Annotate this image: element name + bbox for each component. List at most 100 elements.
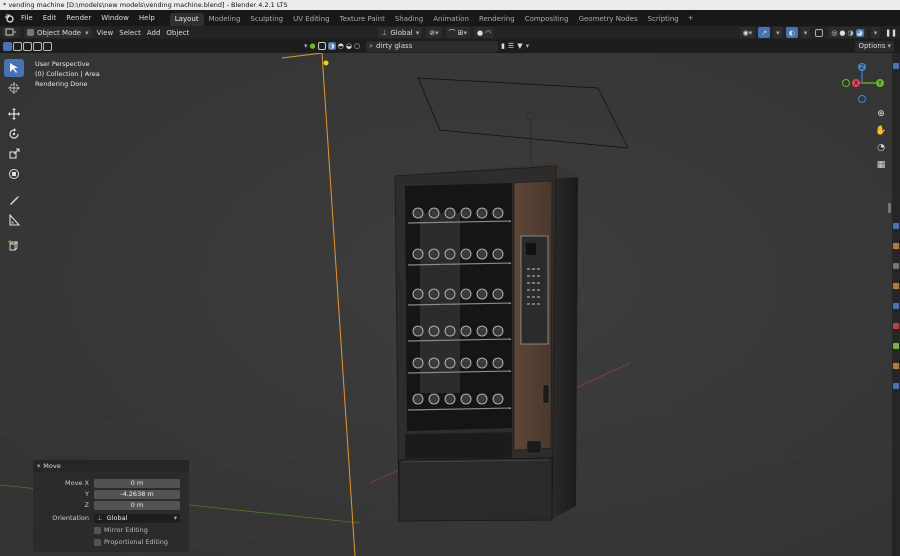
menu-edit[interactable]: Edit <box>38 10 62 26</box>
annotate-tool[interactable] <box>4 191 24 209</box>
menu-help[interactable]: Help <box>134 10 160 26</box>
visibility-button[interactable]: ◉ ▾ <box>739 27 756 38</box>
move-y-field[interactable]: -4.2638 m <box>94 489 180 499</box>
tab-modeling[interactable]: Modeling <box>204 13 246 26</box>
ruler-icon <box>9 214 20 226</box>
strip-tab-icon[interactable] <box>893 363 899 369</box>
shading-dropdown[interactable]: ▾ <box>870 27 881 38</box>
strip-tab-icon[interactable] <box>893 243 899 249</box>
menu-select[interactable]: Select <box>116 27 144 38</box>
view-perspective-label: User Perspective <box>35 60 90 68</box>
tab-uv-editing[interactable]: UV Editing <box>288 13 335 26</box>
pencil-icon <box>10 196 19 205</box>
strip-tab-icon[interactable] <box>893 323 899 329</box>
menu-object[interactable]: Object <box>163 27 192 38</box>
search-filter-buttons[interactable]: ▮ ☰ ▼ ▾ <box>498 41 532 52</box>
camera-view-button[interactable]: ◔ <box>874 141 888 155</box>
shading-preview-buttons[interactable]: ▾ ● ◑ ◓ ◒ ○ <box>301 41 363 52</box>
tab-sculpting[interactable]: Sculpting <box>245 13 288 26</box>
transform-orientation-dropdown[interactable]: ⊥ Global ▾ <box>378 27 423 38</box>
pause-render-button[interactable]: ❚❚ <box>882 27 900 38</box>
select-box-tool[interactable] <box>4 59 24 77</box>
chevron-down-icon: ▾ <box>887 42 891 50</box>
move-z-field[interactable]: 0 m <box>94 500 180 510</box>
orientation-icon: ⊥ <box>381 28 388 37</box>
overlay-dropdown[interactable]: ▾ <box>800 27 811 38</box>
strip-tab-icon[interactable] <box>893 283 899 289</box>
shading-buttons[interactable]: ◎ ● ◑ ◕ <box>828 27 867 38</box>
tab-shading[interactable]: Shading <box>390 13 428 26</box>
xray-button[interactable] <box>812 27 826 38</box>
strip-tab-icon[interactable] <box>893 343 899 349</box>
transform-tool[interactable] <box>4 165 24 183</box>
menu-add[interactable]: Add <box>144 27 164 38</box>
pivot-point-button[interactable]: ⊘ ▾ <box>426 27 442 38</box>
orientation-icon: ⊥ <box>97 514 103 522</box>
add-cube-tool[interactable] <box>4 237 24 255</box>
tab-geometry-nodes[interactable]: Geometry Nodes <box>574 13 643 26</box>
measure-tool[interactable] <box>4 211 24 229</box>
select-mode-buttons[interactable] <box>0 41 55 52</box>
snap-button[interactable]: ⌒ ⊞ ▾ <box>445 27 470 38</box>
strip-tab-icon[interactable] <box>893 223 899 229</box>
overlay-toggle-button[interactable]: ◐ <box>785 27 798 38</box>
tab-texture-paint[interactable]: Texture Paint <box>335 13 390 26</box>
cursor-tool[interactable] <box>4 79 24 97</box>
orientation-select[interactable]: ⊥ Global ▾ <box>94 513 180 523</box>
gizmo-toggle-button[interactable]: ↗ <box>758 27 771 38</box>
proportional-editing-label: Proportional Editing <box>104 538 169 546</box>
window-title-bar: * vending machine [D:\models\new models\… <box>0 0 900 10</box>
vending-machine-model[interactable] <box>394 163 578 522</box>
mirror-editing-checkbox[interactable] <box>94 526 101 534</box>
move-z-label: Z <box>84 501 89 509</box>
scale-tool[interactable] <box>4 145 24 163</box>
move-icon <box>8 108 20 120</box>
grid-icon: ▦ <box>876 160 886 170</box>
menu-view[interactable]: View <box>94 27 117 38</box>
strip-tab-icon[interactable] <box>893 303 899 309</box>
sort-icon: ☰ <box>507 42 515 50</box>
rotate-tool[interactable] <box>4 125 24 143</box>
chevron-down-icon: ▾ <box>37 462 41 470</box>
magnet-icon: ⌒ <box>448 28 456 37</box>
tab-compositing[interactable]: Compositing <box>520 13 574 26</box>
move-tool[interactable] <box>4 105 24 123</box>
move-x-field[interactable]: 0 m <box>94 478 180 488</box>
navigation-gizmo[interactable]: Z Y X <box>835 61 890 111</box>
tab-animation[interactable]: Animation <box>428 13 474 26</box>
hand-icon: ✋ <box>875 126 887 136</box>
operator-panel-header[interactable]: ▾ Move <box>33 460 189 472</box>
wireframe-shading-icon: ◎ <box>831 28 838 37</box>
render-pass-icon: ◓ <box>337 42 344 50</box>
strip-tab-icon[interactable] <box>893 383 899 389</box>
pan-button[interactable]: ✋ <box>874 124 888 138</box>
tab-layout[interactable]: Layout <box>169 13 204 26</box>
neg-z-axis-handle[interactable] <box>858 95 866 103</box>
menu-file[interactable]: File <box>16 10 38 26</box>
window-title: * vending machine [D:\models\new models\… <box>3 1 288 9</box>
orientation-value: Global <box>106 514 128 522</box>
add-workspace-button[interactable]: + <box>684 10 698 26</box>
zoom-button[interactable]: ⊕ <box>874 107 888 121</box>
sidebar-toggle-handle[interactable] <box>888 203 891 213</box>
cursor-icon <box>10 63 18 73</box>
rendered-shading-icon: ◕ <box>855 28 864 37</box>
tab-scripting[interactable]: Scripting <box>643 13 684 26</box>
adjust-last-operation-panel: ▾ Move Move X 0 m Y -4.2638 m Z 0 m Orie… <box>33 460 189 552</box>
proportional-editing-checkbox[interactable] <box>94 538 101 546</box>
menu-render[interactable]: Render <box>61 10 96 26</box>
mode-dropdown[interactable]: Object Mode ▾ <box>24 27 92 38</box>
neg-y-axis-handle[interactable] <box>842 79 850 87</box>
strip-tab-icon[interactable] <box>893 63 899 69</box>
strip-tab-icon[interactable] <box>893 263 899 269</box>
blender-logo-icon[interactable] <box>2 10 16 26</box>
editor-type-button[interactable] <box>2 27 20 38</box>
proportional-edit-button[interactable]: ● ◠ <box>473 27 495 38</box>
gizmo-dropdown[interactable]: ▾ <box>773 27 783 38</box>
options-dropdown[interactable]: Options ▾ <box>855 40 894 52</box>
tab-rendering[interactable]: Rendering <box>474 13 520 26</box>
material-search-input[interactable]: ⌕ dirty glass <box>366 40 499 52</box>
perspective-toggle-button[interactable]: ▦ <box>874 158 888 172</box>
menu-window[interactable]: Window <box>96 10 134 26</box>
z-axis-label: Z <box>860 64 864 71</box>
